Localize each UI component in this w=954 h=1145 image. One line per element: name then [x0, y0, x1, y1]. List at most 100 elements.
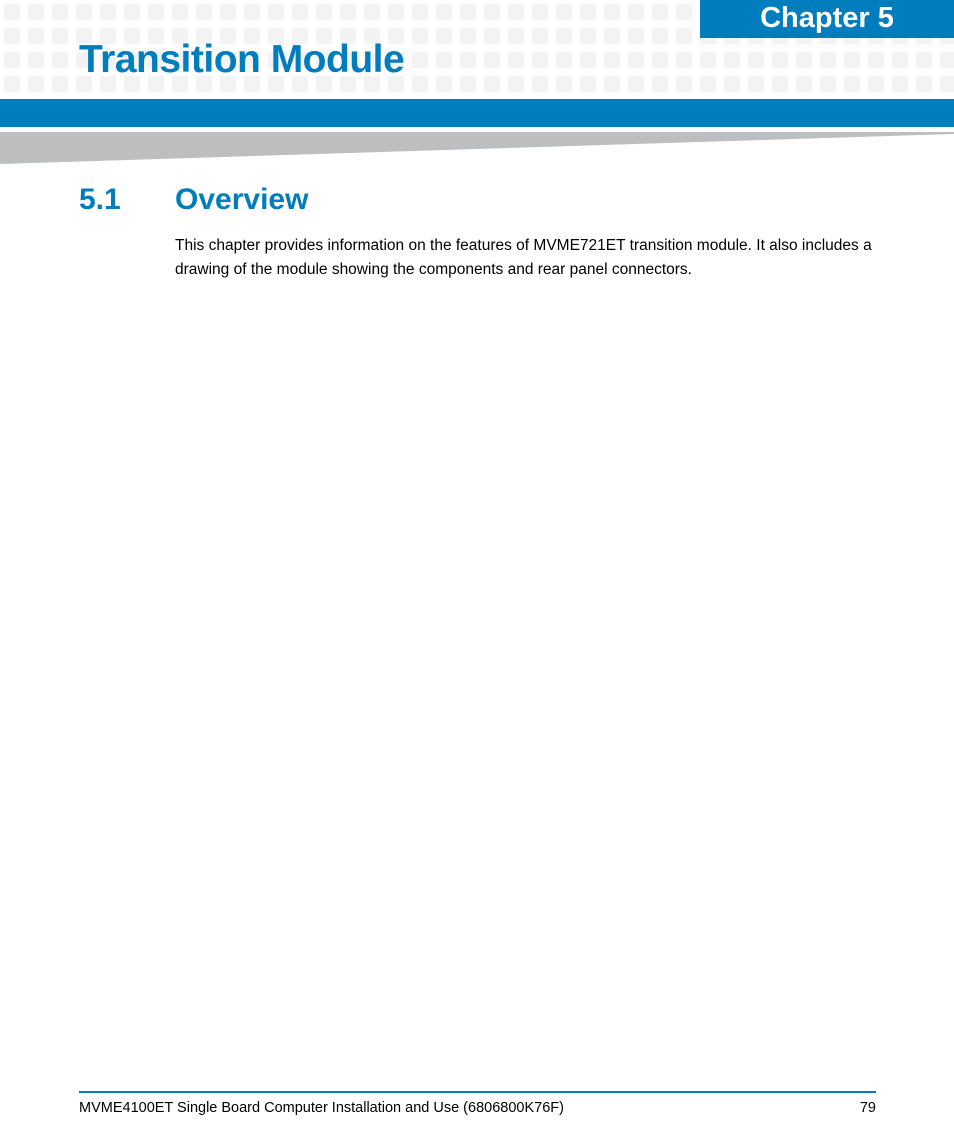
grid-square: [484, 52, 500, 68]
chapter-tab: Chapter 5: [700, 0, 954, 38]
grid-square: [604, 28, 620, 44]
grid-square: [772, 52, 788, 68]
grid-square: [532, 28, 548, 44]
grid-square: [52, 76, 68, 92]
grid-square: [412, 76, 428, 92]
grid-square: [436, 28, 452, 44]
grid-square: [844, 76, 860, 92]
grid-square: [580, 28, 596, 44]
grid-square: [628, 76, 644, 92]
grid-square: [868, 52, 884, 68]
grid-square: [700, 76, 716, 92]
grid-square: [580, 52, 596, 68]
footer-document-title: MVME4100ET Single Board Computer Install…: [79, 1100, 564, 1116]
section-number: 5.1: [79, 183, 121, 216]
grid-square: [508, 4, 524, 20]
grid-square: [652, 4, 668, 20]
grid-square: [580, 4, 596, 20]
grid-square: [676, 76, 692, 92]
grid-square: [748, 52, 764, 68]
grid-square: [292, 4, 308, 20]
grid-square: [892, 52, 908, 68]
grid-square: [316, 4, 332, 20]
grid-square: [508, 28, 524, 44]
header-blue-band: [0, 99, 954, 127]
grid-square: [340, 4, 356, 20]
grid-square: [556, 4, 572, 20]
grid-square: [76, 4, 92, 20]
grid-square: [532, 52, 548, 68]
grid-square: [172, 4, 188, 20]
grid-square: [412, 52, 428, 68]
grid-square: [580, 76, 596, 92]
grid-square: [916, 76, 932, 92]
grid-square: [820, 52, 836, 68]
grid-square: [436, 52, 452, 68]
grid-square: [604, 52, 620, 68]
grid-square: [4, 28, 20, 44]
grid-square: [940, 52, 954, 68]
grid-square: [796, 52, 812, 68]
grid-square: [4, 52, 20, 68]
grid-square: [484, 28, 500, 44]
grid-square: [28, 76, 44, 92]
grid-square: [652, 52, 668, 68]
grid-square: [628, 52, 644, 68]
grid-square: [940, 76, 954, 92]
grid-square: [508, 76, 524, 92]
grid-square: [484, 76, 500, 92]
grid-square: [604, 4, 620, 20]
grid-square: [532, 4, 548, 20]
grid-square: [460, 4, 476, 20]
grid-square: [508, 52, 524, 68]
grid-square: [244, 4, 260, 20]
grid-square: [556, 52, 572, 68]
grid-square: [100, 4, 116, 20]
grid-square: [28, 28, 44, 44]
grid-square: [820, 76, 836, 92]
grid-square: [28, 52, 44, 68]
grid-square: [460, 52, 476, 68]
grid-square: [772, 76, 788, 92]
grid-square: [484, 4, 500, 20]
grid-square: [556, 28, 572, 44]
grid-square: [412, 4, 428, 20]
grid-square: [4, 76, 20, 92]
grid-square: [628, 28, 644, 44]
grid-square: [28, 4, 44, 20]
grid-square: [220, 4, 236, 20]
grid-square: [676, 4, 692, 20]
grid-square: [532, 76, 548, 92]
grid-square: [52, 4, 68, 20]
grid-square: [676, 52, 692, 68]
section-title: Overview: [175, 183, 309, 216]
grid-square: [436, 4, 452, 20]
grid-square: [916, 52, 932, 68]
grid-square: [436, 76, 452, 92]
grid-square: [388, 4, 404, 20]
grid-square: [748, 76, 764, 92]
grid-square: [124, 4, 140, 20]
section-paragraph: This chapter provides information on the…: [175, 237, 872, 278]
grid-square: [460, 76, 476, 92]
grid-square: [556, 76, 572, 92]
grid-square: [700, 52, 716, 68]
grid-square: [676, 28, 692, 44]
grid-square: [460, 28, 476, 44]
grid-square: [724, 76, 740, 92]
grid-square: [604, 76, 620, 92]
grid-square: [868, 76, 884, 92]
grid-square: [364, 4, 380, 20]
page-title: Transition Module: [79, 38, 405, 81]
grid-square: [652, 76, 668, 92]
grid-square: [796, 76, 812, 92]
header-gray-wedge: [0, 132, 954, 164]
grid-square: [4, 4, 20, 20]
grid-square: [268, 4, 284, 20]
grid-square: [844, 52, 860, 68]
grid-square: [412, 28, 428, 44]
section-heading: 5.1 Overview: [79, 180, 308, 220]
grid-square: [628, 4, 644, 20]
grid-square: [52, 28, 68, 44]
grid-square: [196, 4, 212, 20]
